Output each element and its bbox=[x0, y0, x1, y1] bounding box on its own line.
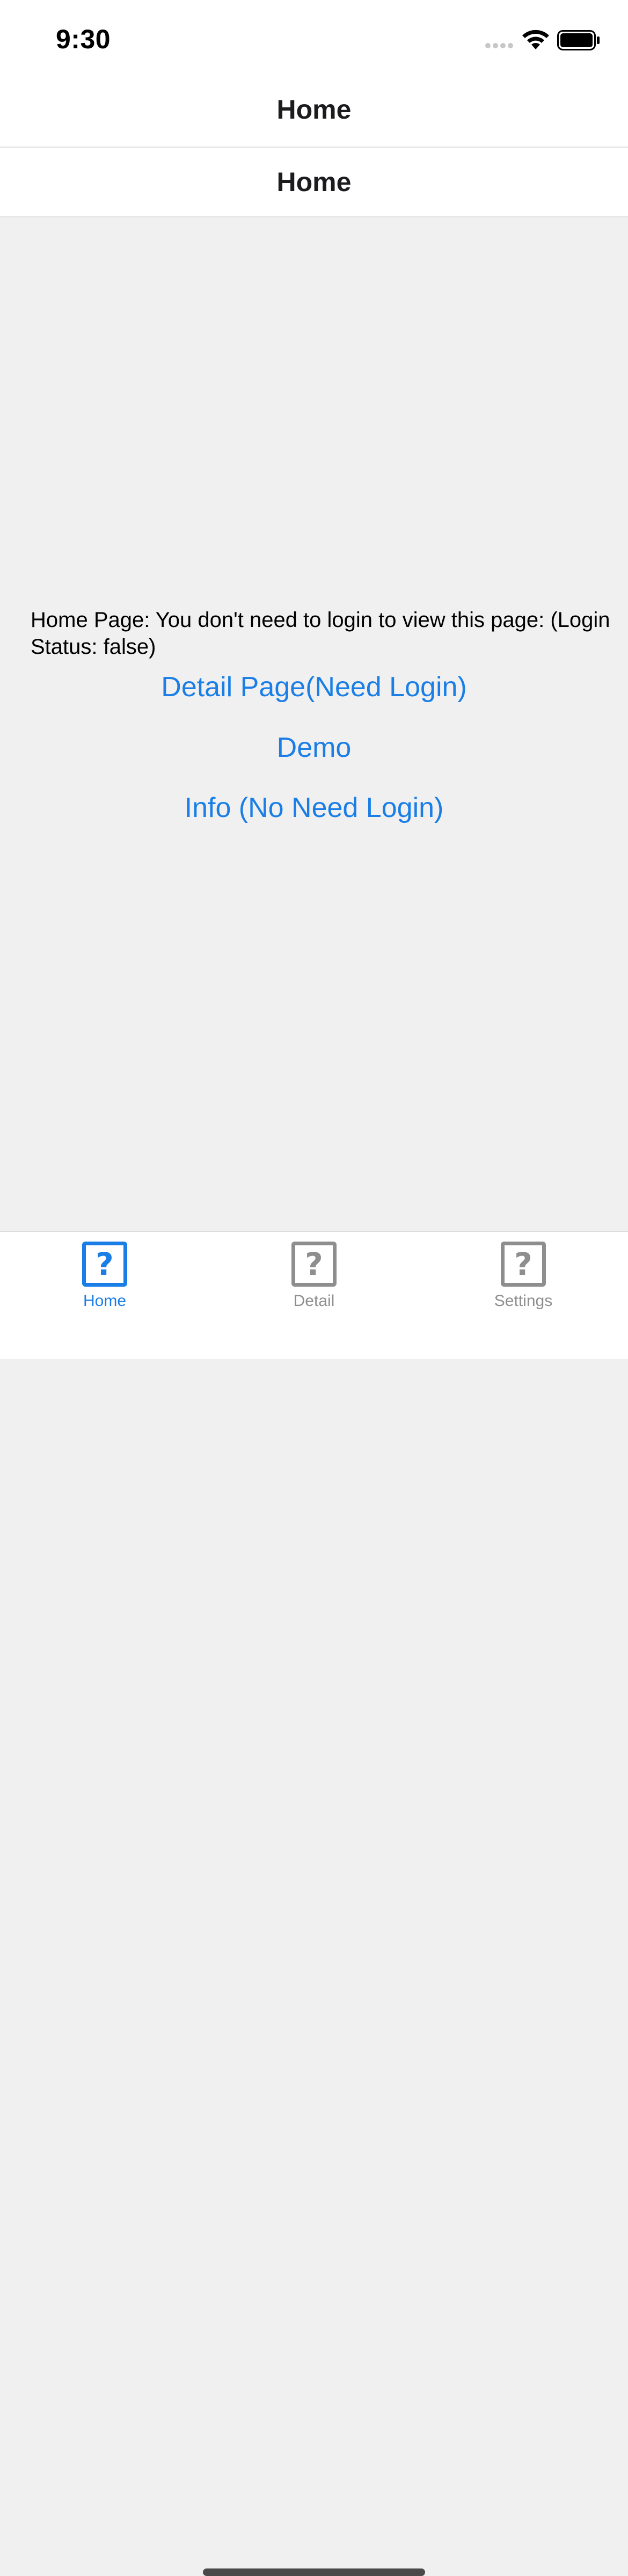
question-square-icon: ? bbox=[501, 1242, 546, 1287]
status-bar: 9:30 bbox=[0, 0, 628, 72]
tab-bar: ? Home ? Detail ? Settings bbox=[0, 1231, 628, 2576]
demo-link[interactable]: Demo bbox=[0, 732, 628, 764]
info-link[interactable]: Info (No Need Login) bbox=[0, 792, 628, 824]
tab-label-detail: Detail bbox=[293, 1292, 335, 1310]
tab-label-settings: Settings bbox=[494, 1292, 553, 1310]
section-title: Home bbox=[276, 167, 352, 197]
question-square-icon: ? bbox=[291, 1242, 337, 1287]
question-square-icon: ? bbox=[82, 1242, 127, 1287]
home-indicator[interactable] bbox=[203, 2568, 425, 2576]
tab-label-home: Home bbox=[83, 1292, 127, 1310]
detail-page-link[interactable]: Detail Page(Need Login) bbox=[0, 671, 628, 703]
signal-icon bbox=[485, 43, 513, 48]
navigation-bar: Home bbox=[0, 72, 628, 148]
wifi-icon bbox=[522, 30, 549, 49]
battery-icon bbox=[557, 30, 600, 50]
home-description: Home Page: You don't need to login to vi… bbox=[31, 608, 610, 659]
tab-settings[interactable]: ? Settings bbox=[419, 1242, 628, 1310]
secondary-header: Home bbox=[0, 148, 628, 217]
status-time: 9:30 bbox=[56, 24, 111, 54]
main-content: Home Page: You don't need to login to vi… bbox=[0, 217, 628, 1231]
page-title: Home bbox=[276, 94, 352, 125]
tab-detail[interactable]: ? Detail bbox=[209, 1242, 419, 1310]
tab-home[interactable]: ? Home bbox=[0, 1242, 209, 1310]
